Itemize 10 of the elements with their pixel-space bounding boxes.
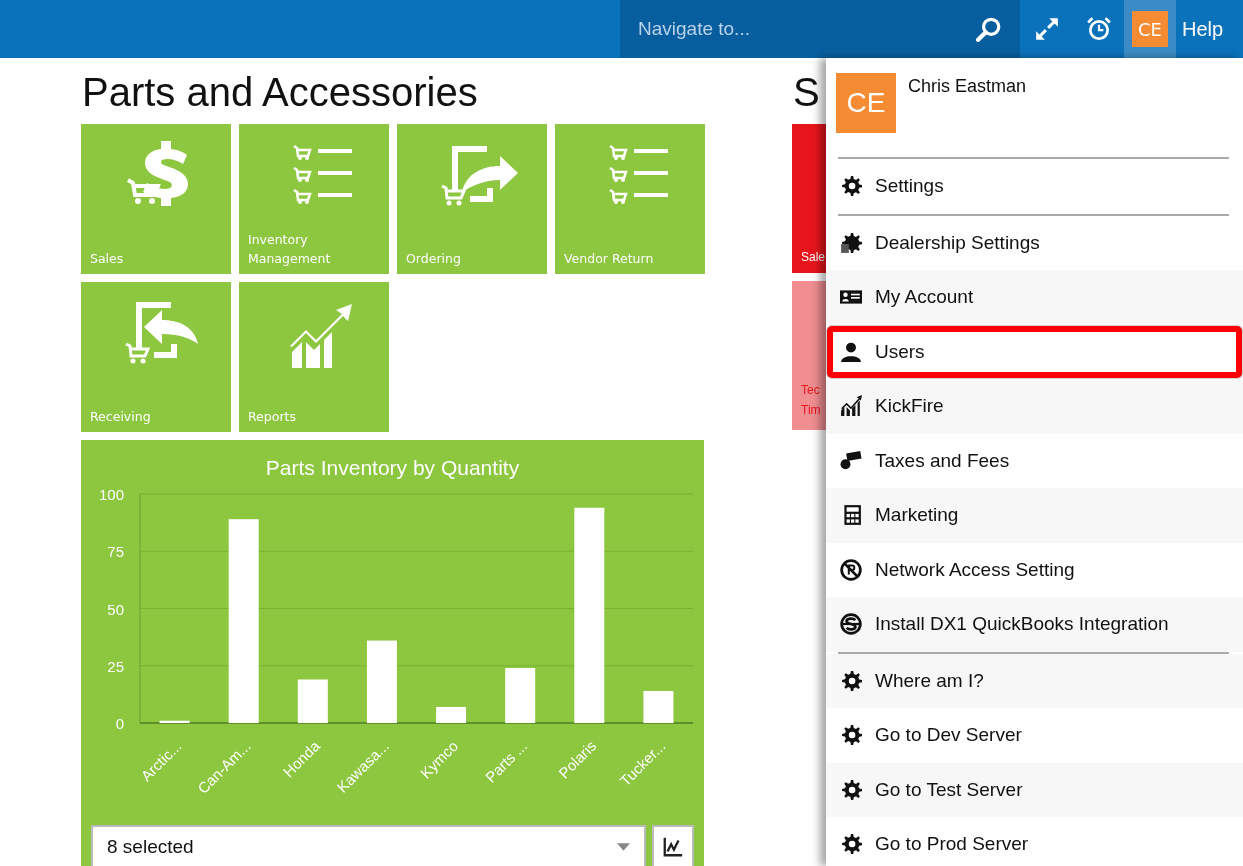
y-tick-label: 25 xyxy=(107,657,124,675)
y-tick-label: 100 xyxy=(98,490,124,503)
user-name: Chris Eastman xyxy=(908,76,1027,97)
y-tick-label: 0 xyxy=(115,715,124,732)
chart-title: Parts Inventory by Quantity xyxy=(265,456,520,480)
y-tick-label: 75 xyxy=(107,543,124,561)
user-avatar: CE xyxy=(836,73,896,133)
page-title: Parts and Accessories xyxy=(82,70,479,114)
section-title: S xyxy=(793,70,820,114)
y-tick-label: 50 xyxy=(107,600,124,618)
